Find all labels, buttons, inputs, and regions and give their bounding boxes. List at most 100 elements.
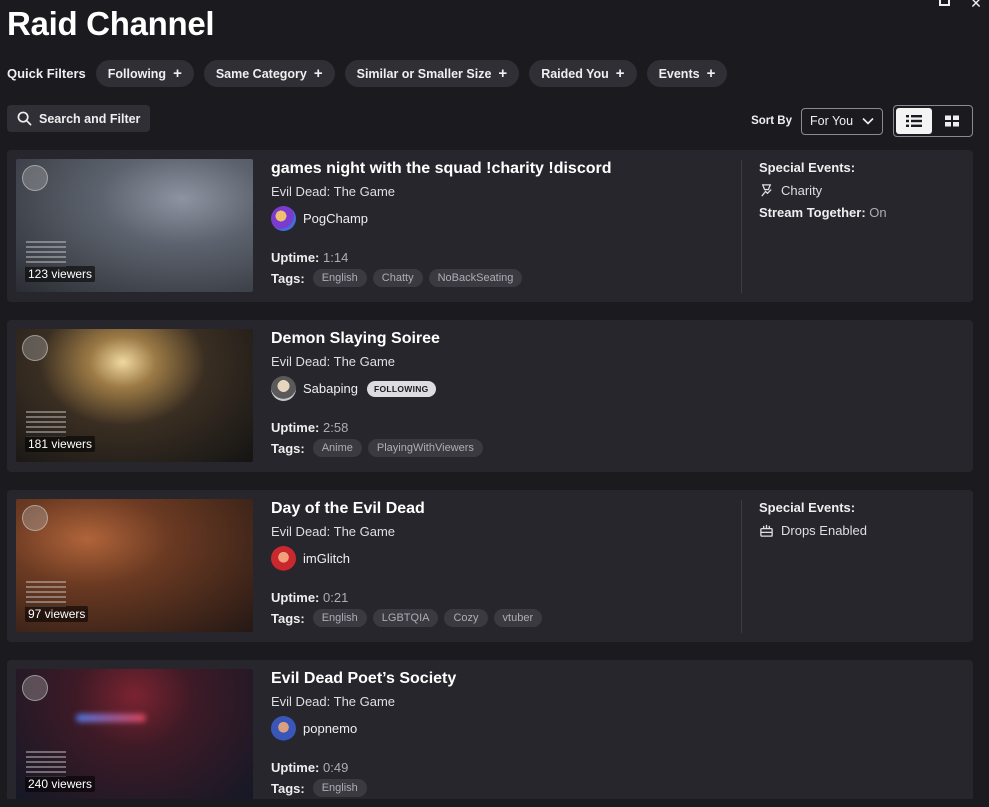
channel-row: PogChamp [271, 206, 368, 231]
channel-row: imGlitch [271, 546, 350, 571]
filter-chip-raided-you[interactable]: Raided You + [529, 60, 637, 87]
stream-title[interactable]: Demon Slaying Soiree [271, 330, 440, 348]
avatar[interactable] [271, 546, 296, 571]
filter-chip-label: Same Category [215, 66, 307, 81]
stream-card[interactable]: 240 viewers Evil Dead Poet’s Society Evi… [7, 660, 973, 807]
charity-icon [761, 184, 772, 197]
avatar[interactable] [271, 206, 296, 231]
page-title: Raid Channel [7, 5, 215, 42]
stream-title[interactable]: Evil Dead Poet’s Society [271, 670, 456, 688]
channel-name[interactable]: PogChamp [303, 211, 368, 226]
drops-icon [760, 524, 773, 537]
close-icon[interactable]: ✕ [969, 0, 983, 11]
event-item: Drops Enabled [759, 523, 867, 538]
quick-filters: Quick Filters Following + Same Category … [7, 60, 728, 87]
view-toggle [893, 105, 973, 137]
event-label: Charity [781, 183, 823, 198]
tags-row: Tags: English Chatty NoBackSeating [271, 269, 523, 287]
list-view-icon [906, 115, 922, 127]
viewer-count: 97 viewers [25, 606, 89, 622]
tag[interactable]: English [312, 269, 367, 287]
channel-row: popnemo [271, 716, 357, 741]
stream-thumbnail[interactable]: 97 viewers [16, 499, 253, 632]
tag[interactable]: Chatty [372, 269, 423, 287]
stream-card[interactable]: 97 viewers Day of the Evil Dead Evil Dea… [7, 490, 973, 642]
hud-overlay [26, 581, 66, 607]
special-events: Special Events: Drops Enabled [759, 500, 867, 538]
minimap-overlay [22, 675, 48, 701]
channel-name[interactable]: imGlitch [303, 551, 350, 566]
divider [741, 500, 742, 633]
search-and-filter-button[interactable]: Search and Filter [7, 105, 151, 132]
stream-together-row: Stream Together: On [759, 205, 887, 220]
tags-label: Tags: [271, 610, 305, 626]
tag[interactable]: Cozy [444, 609, 488, 627]
uptime-row: Uptime: 1:14 [271, 250, 348, 265]
window-controls: ✕ [937, 0, 983, 11]
stream-thumbnail[interactable]: 123 viewers [16, 159, 253, 292]
filter-chip-label: Raided You [541, 66, 609, 81]
stream-thumbnail[interactable]: 240 viewers [16, 669, 253, 802]
quick-filters-label: Quick Filters [7, 66, 86, 81]
grid-view-icon [945, 115, 959, 127]
search-and-filter-label: Search and Filter [39, 111, 141, 126]
stream-title[interactable]: games night with the squad !charity !dis… [271, 160, 611, 178]
divider [741, 160, 742, 293]
filter-chip-label: Following [107, 66, 167, 81]
filter-chip-similar-size[interactable]: Similar or Smaller Size + [344, 60, 520, 87]
hud-overlay [26, 241, 66, 267]
filter-chip-label: Similar or Smaller Size [356, 66, 492, 81]
stream-card[interactable]: 181 viewers Demon Slaying Soiree Evil De… [7, 320, 973, 472]
tag[interactable]: Anime [312, 439, 362, 457]
tags-row: Tags: English [271, 779, 367, 797]
tag[interactable]: English [312, 609, 367, 627]
special-events-title: Special Events: [759, 160, 856, 175]
stream-thumbnail[interactable]: 181 viewers [16, 329, 253, 462]
filter-chip-same-category[interactable]: Same Category + [203, 60, 335, 87]
search-icon [17, 111, 32, 126]
sort-by-label: Sort By [751, 115, 792, 127]
stream-title[interactable]: Day of the Evil Dead [271, 500, 425, 518]
sort-select[interactable]: For You [801, 107, 883, 135]
stream-category[interactable]: Evil Dead: The Game [271, 524, 395, 539]
filter-chip-following[interactable]: Following + [95, 60, 194, 87]
stream-card[interactable]: 123 viewers games night with the squad !… [7, 150, 973, 302]
stream-category[interactable]: Evil Dead: The Game [271, 184, 395, 199]
stream-category[interactable]: Evil Dead: The Game [271, 694, 395, 709]
filter-chip-events[interactable]: Events + [646, 60, 728, 87]
avatar[interactable] [271, 376, 296, 401]
channel-row: Sabaping FOLLOWING [271, 376, 436, 401]
chevron-down-icon [862, 117, 874, 125]
stream-category[interactable]: Evil Dead: The Game [271, 354, 395, 369]
uptime-label: Uptime: [271, 250, 320, 265]
filter-chip-label: Events [658, 66, 700, 81]
tags-label: Tags: [271, 270, 305, 286]
channel-name[interactable]: Sabaping [303, 381, 358, 396]
tag[interactable]: LGBTQIA [372, 609, 439, 627]
hud-overlay [26, 751, 66, 777]
plus-icon: + [173, 65, 182, 82]
plus-icon: + [706, 65, 716, 82]
special-events-title: Special Events: [759, 500, 856, 515]
maximize-icon[interactable] [937, 0, 951, 10]
plus-icon: + [498, 65, 508, 82]
sort-area: Sort By For You [751, 105, 973, 137]
plus-icon: + [615, 65, 625, 82]
stream-together-value: On [869, 205, 887, 220]
channel-name[interactable]: popnemo [303, 721, 357, 736]
following-badge: FOLLOWING [366, 380, 436, 397]
grid-view-button[interactable] [934, 108, 970, 134]
event-label: Drops Enabled [781, 523, 867, 538]
uptime-row: Uptime: 2:58 [271, 420, 348, 435]
list-view-button[interactable] [896, 108, 932, 134]
hud-overlay [26, 411, 66, 437]
minimap-overlay [22, 335, 48, 361]
avatar[interactable] [271, 716, 296, 741]
tag[interactable]: NoBackSeating [428, 269, 523, 287]
tag[interactable]: PlayingWithViewers [367, 439, 483, 457]
tag[interactable]: vtuber [493, 609, 543, 627]
plus-icon: + [313, 65, 323, 82]
viewer-count: 181 viewers [25, 436, 96, 452]
uptime-value: 0:49 [323, 760, 349, 775]
tag[interactable]: English [312, 779, 367, 797]
